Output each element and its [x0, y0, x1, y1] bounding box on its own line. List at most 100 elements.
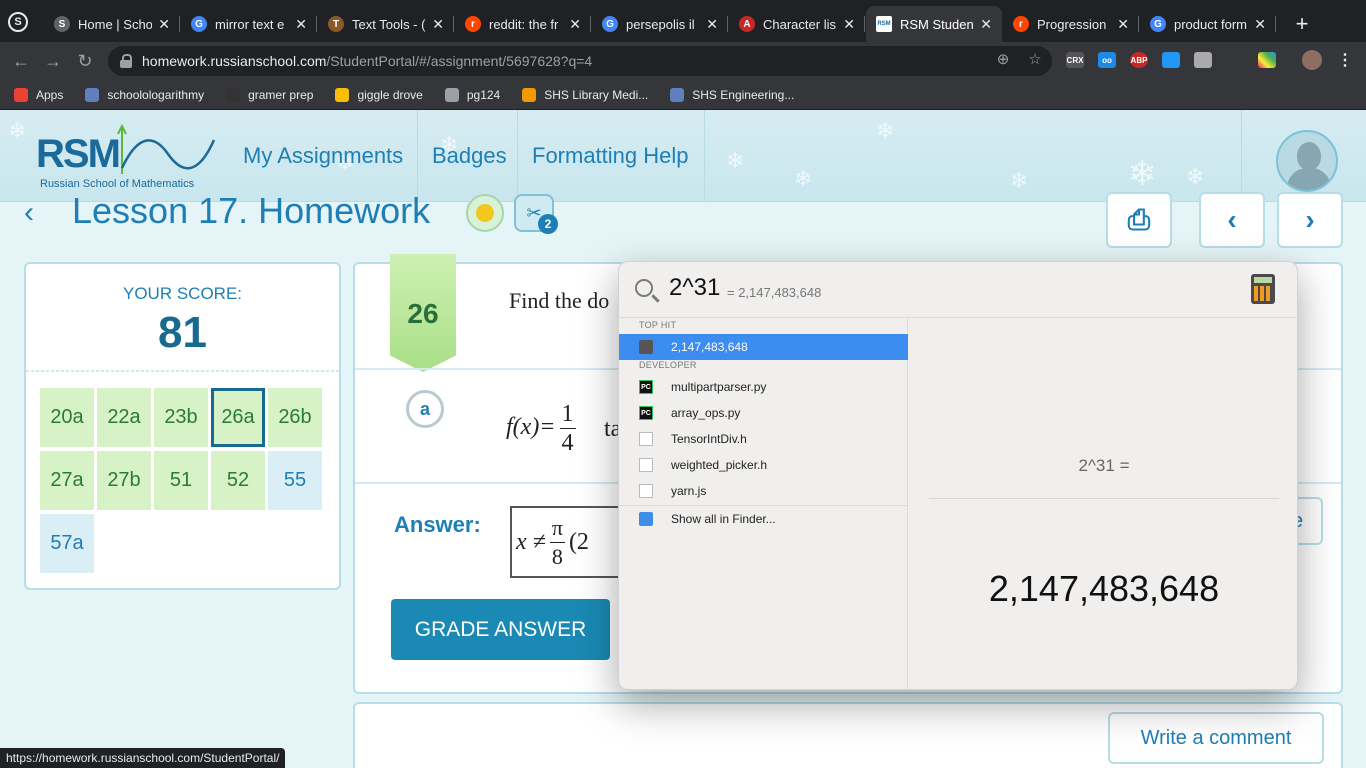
finder-icon — [639, 512, 653, 526]
next-button[interactable]: › — [1277, 192, 1343, 248]
close-tab-icon[interactable]: ✕ — [295, 16, 307, 33]
nav-formatting-help[interactable]: Formatting Help — [517, 110, 703, 202]
close-tab-icon[interactable]: ✕ — [706, 16, 718, 33]
new-tab-button[interactable]: + — [1288, 10, 1316, 38]
question-cell[interactable]: 27b — [97, 451, 151, 510]
tab-4[interactable]: Gpersepolis il ✕ — [592, 6, 728, 42]
tab-2[interactable]: T Text Tools - (✕ — [318, 6, 454, 42]
bookmark-item[interactable]: pg124 — [444, 87, 501, 102]
apps-grid-icon — [14, 87, 28, 102]
owl-extension-icon[interactable]: oo — [1098, 52, 1116, 68]
grade-answer-button[interactable]: GRADE ANSWER — [391, 599, 610, 660]
close-tab-icon[interactable]: ✕ — [843, 16, 855, 33]
crx-extension-icon[interactable]: CRX — [1066, 52, 1084, 68]
close-tab-icon[interactable]: ✕ — [980, 16, 992, 33]
question-cell[interactable]: 22a — [97, 388, 151, 447]
tab-1[interactable]: Gmirror text e ✕ — [181, 6, 317, 42]
tab-3[interactable]: r reddit: the fr ✕ — [455, 6, 591, 42]
close-tab-icon[interactable]: ✕ — [158, 16, 170, 33]
snowflake-icon: ❄ — [1010, 168, 1029, 193]
tab-title: persepolis il — [626, 16, 695, 32]
extension-icon[interactable] — [1194, 52, 1212, 68]
user-avatar[interactable] — [1276, 130, 1338, 192]
question-cell[interactable]: 20a — [40, 388, 94, 447]
tab-7[interactable]: r Progression ✕ — [1003, 6, 1139, 42]
tab-5[interactable]: A Character lis ✕ — [729, 6, 865, 42]
question-cell[interactable]: 26a — [211, 388, 265, 447]
print-button[interactable]: ⎙ — [1106, 192, 1172, 248]
spotlight-query[interactable]: 2^31 — [669, 274, 720, 302]
write-comment-button[interactable]: Write a comment — [1108, 712, 1324, 764]
bookmark-label: pg124 — [466, 87, 501, 102]
spotlight-window: 2^31 = 2,147,483,648 TOP HIT 2,147,483,64… — [618, 261, 1298, 690]
pycharm-icon: PC — [639, 406, 653, 420]
close-tab-icon[interactable]: ✕ — [569, 16, 581, 33]
show-all-in-finder[interactable]: Show all in Finder... — [619, 506, 908, 532]
nav-my-assignments[interactable]: My Assignments — [229, 110, 417, 202]
spotlight-result-item[interactable]: weighted_picker.h — [619, 452, 908, 478]
tab-favicon-icon: T — [328, 16, 344, 32]
tab-0[interactable]: S Home | Scho ✕ — [44, 6, 180, 42]
numerator: 1 — [559, 401, 576, 429]
profile-avatar[interactable] — [1302, 50, 1322, 70]
bookmark-item[interactable]: SHS Library Medi... — [522, 87, 648, 102]
back-arrow-icon[interactable]: ‹ — [24, 196, 34, 230]
spotlight-result-item[interactable]: yarn.js — [619, 478, 908, 504]
rsm-logo[interactable]: RSM Russian School of Mathematics — [36, 124, 226, 198]
tab-title: RSM Student — [900, 16, 975, 32]
show-all-label: Show all in Finder... — [671, 512, 776, 526]
bookmark-item[interactable]: schoolologarithmy — [85, 87, 205, 102]
extension-icon[interactable] — [1162, 52, 1180, 68]
bookmark-star-icon[interactable]: ☆ — [1026, 50, 1044, 68]
tab-favicon-icon: r — [465, 16, 481, 32]
logo-subtitle: Russian School of Mathematics — [40, 178, 195, 190]
answer-label: Answer: — [394, 512, 481, 537]
question-cell[interactable]: 23b — [154, 388, 208, 447]
menu-icon[interactable]: ⋮ — [1336, 52, 1354, 69]
schoology-app-icon[interactable]: S — [8, 12, 28, 32]
tab-title: Character lis — [763, 16, 836, 32]
spotlight-result-item[interactable]: 2,147,483,648 — [619, 334, 908, 360]
spotlight-inline-result: = 2,147,483,648 — [727, 285, 822, 300]
nav-badges[interactable]: Badges — [417, 110, 521, 202]
spotlight-result-item[interactable]: PC array_ops.py — [619, 400, 908, 426]
extension-icon[interactable] — [1258, 52, 1276, 68]
bookmark-item[interactable]: SHS Engineering... — [670, 87, 794, 102]
sun-badge-icon[interactable] — [466, 194, 504, 232]
preview-expression: 2^31 = — [1078, 456, 1130, 475]
close-tab-icon[interactable]: ✕ — [1117, 16, 1129, 33]
zoom-icon[interactable]: ⊕ — [994, 50, 1012, 68]
reload-icon[interactable]: ↻ — [74, 50, 96, 72]
spotlight-search-bar[interactable]: 2^31 = 2,147,483,648 — [619, 262, 1297, 318]
back-icon[interactable]: ← — [10, 50, 32, 72]
question-cell[interactable]: 52 — [211, 451, 265, 510]
spotlight-result-item[interactable]: PC multipartparser.py — [619, 374, 908, 400]
bookmark-item[interactable]: giggle drove — [335, 87, 423, 102]
question-cell[interactable]: 26b — [268, 388, 322, 447]
adblock-extension-icon[interactable]: ABP — [1130, 52, 1148, 68]
address-bar[interactable]: homework.russianschool.com/StudentPortal… — [108, 46, 1052, 76]
tab-8[interactable]: Gproduct form ✕ — [1140, 6, 1276, 42]
bookmark-item[interactable]: Apps — [14, 87, 63, 102]
nav-divider — [704, 110, 705, 202]
close-tab-icon[interactable]: ✕ — [432, 16, 444, 33]
question-cell[interactable]: 51 — [154, 451, 208, 510]
question-cell[interactable]: 55 — [268, 451, 322, 510]
bookmark-item[interactable]: gramer prep — [226, 87, 313, 102]
tab-favicon-icon: G — [602, 16, 618, 32]
lock-icon[interactable] — [120, 54, 132, 68]
question-cell[interactable]: 27a — [40, 451, 94, 510]
spotlight-result-item[interactable]: TensorIntDiv.h — [619, 426, 908, 452]
close-tab-icon[interactable]: ✕ — [1254, 16, 1266, 33]
tab-6[interactable]: RSM RSM Student ✕ — [866, 6, 1002, 42]
previous-button[interactable]: ‹ — [1199, 192, 1265, 248]
forward-icon[interactable]: → — [42, 50, 64, 72]
lesson-title: Lesson 17. Homework — [72, 190, 431, 231]
tab-favicon-icon: S — [54, 16, 70, 32]
answer-prefix: x ≠ — [516, 528, 546, 555]
answer-input[interactable]: x ≠ π 8 (2 — [510, 506, 630, 578]
bookmark-label: schoolologarithmy — [107, 87, 205, 102]
question-cell[interactable]: 57a — [40, 514, 94, 573]
tab-strip: S S Home | Scho ✕ Gmirror text e ✕ T Text Tool… — [0, 0, 1366, 42]
tab-favicon-icon: r — [1013, 16, 1029, 32]
